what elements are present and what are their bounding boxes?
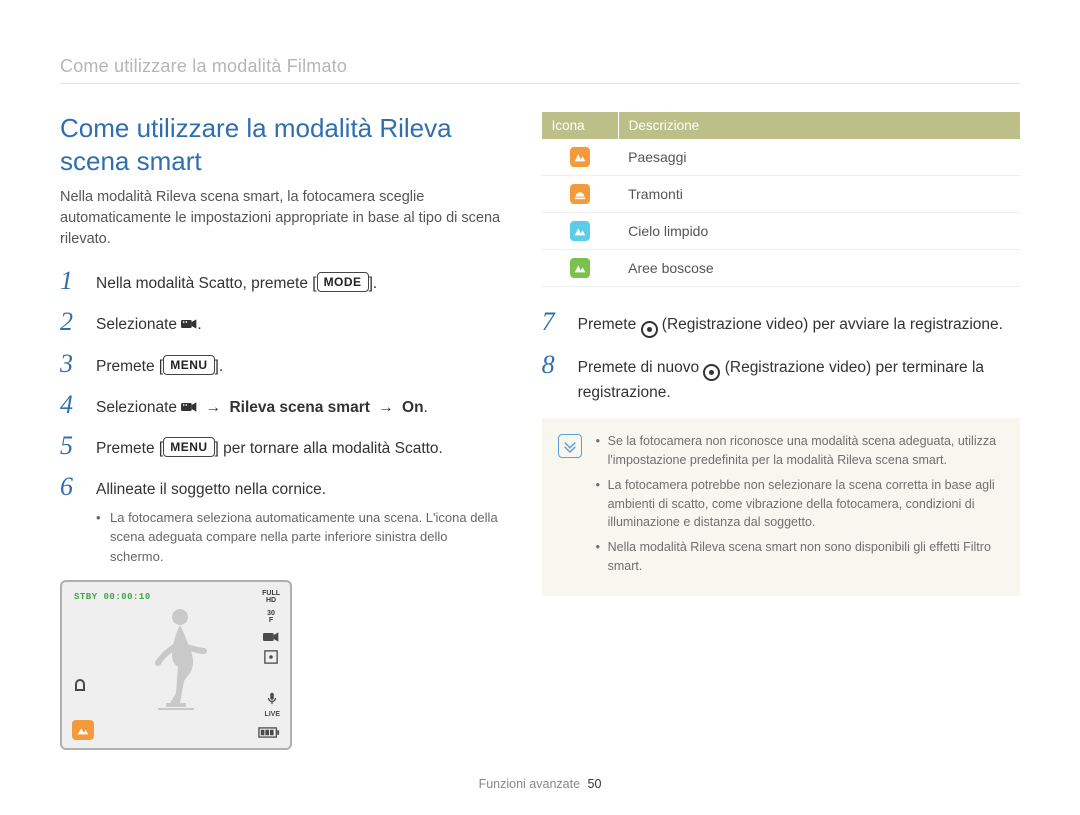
right-column: Icona Descrizione Paesaggi Tramonti (542, 112, 1020, 750)
intro-paragraph: Nella modalità Rileva scena smart, la fo… (60, 187, 502, 250)
table-row: Paesaggi (542, 139, 1020, 176)
step-text: Nella modalità Scatto, premete [MODE]. (96, 268, 502, 295)
lcd-right-indicators: FULL HD 30 F (262, 590, 280, 664)
step-2: 2 Selezionate . (60, 309, 502, 336)
step-number: 4 (60, 392, 82, 418)
content-columns: Come utilizzare la modalità Rileva scena… (60, 112, 1020, 750)
step-5: 5 Premete [MENU] per tornare alla modali… (60, 433, 502, 460)
step-number: 8 (542, 352, 564, 378)
clear-sky-icon (570, 221, 590, 241)
sunset-icon (570, 184, 590, 204)
note-item: La fotocamera potrebbe non selezionare l… (596, 476, 1004, 532)
landscape-scene-icon (72, 720, 94, 740)
breadcrumb: Come utilizzare la modalità Filmato (60, 56, 1020, 84)
step-text: Premete di nuovo (Registrazione video) p… (578, 352, 1020, 404)
lcd-scene-badge (72, 720, 94, 740)
steps-list-7-8: 7 Premete (Registrazione video) per avvi… (542, 309, 1020, 404)
step-6: 6 Allineate il soggetto nella cornice. L… (60, 474, 502, 566)
step-text: Allineate il soggetto nella cornice. La … (96, 474, 502, 566)
menu-button-label: MENU (163, 355, 214, 375)
stabilizer-icon (72, 676, 88, 690)
scene-label: Paesaggi (618, 139, 1020, 176)
step-text: Premete [MENU]. (96, 351, 502, 378)
footer-section: Funzioni avanzate (479, 777, 580, 791)
page-title: Come utilizzare la modalità Rileva scena… (60, 112, 502, 177)
lcd-battery-indicator (258, 727, 280, 738)
skater-silhouette-icon (136, 603, 216, 713)
step-text: Selezionate → Rileva scena smart → On. (96, 392, 502, 419)
step-number: 3 (60, 351, 82, 377)
manual-page: Come utilizzare la modalità Filmato Come… (0, 0, 1080, 815)
note-list: Se la fotocamera non riconosce una modal… (596, 432, 1004, 581)
menu-button-label: MENU (163, 437, 214, 457)
step-4: 4 Selezionate → Rileva scena smart → On. (60, 392, 502, 419)
film-icon (263, 630, 279, 644)
step-number: 7 (542, 309, 564, 335)
note-info-icon (558, 434, 582, 458)
step-text: Premete [MENU] per tornare alla modalità… (96, 433, 502, 460)
mic-icon (265, 691, 279, 705)
left-column: Come utilizzare la modalità Rileva scena… (60, 112, 502, 750)
step-1: 1 Nella modalità Scatto, premete [MODE]. (60, 268, 502, 295)
film-mode-icon (181, 318, 197, 330)
fullhd-icon: FULL HD (262, 590, 280, 604)
note-item: Se la fotocamera non riconosce una modal… (596, 432, 1004, 470)
forest-icon (570, 258, 590, 278)
scene-label: Tramonti (618, 176, 1020, 213)
note-callout: Se la fotocamera non riconosce una modal… (542, 418, 1020, 595)
table-row: Tramonti (542, 176, 1020, 213)
record-button-icon (703, 364, 720, 381)
battery-icon (258, 727, 280, 738)
page-footer: Funzioni avanzate 50 (0, 777, 1080, 791)
table-header-desc: Descrizione (618, 112, 1020, 139)
step-6-note: La fotocamera seleziona automaticamente … (96, 508, 502, 567)
scene-icon-table: Icona Descrizione Paesaggi Tramonti (542, 112, 1020, 287)
note-item: Nella modalità Rileva scena smart non so… (596, 538, 1004, 576)
film-mode-icon (181, 401, 197, 413)
step-text: Premete (Registrazione video) per avviar… (578, 309, 1020, 338)
metering-icon (263, 650, 279, 664)
step-7: 7 Premete (Registrazione video) per avvi… (542, 309, 1020, 338)
table-row: Aree boscose (542, 250, 1020, 287)
step-8: 8 Premete di nuovo (Registrazione video)… (542, 352, 1020, 404)
step-number: 6 (60, 474, 82, 500)
steps-list-1-6: 1 Nella modalità Scatto, premete [MODE].… (60, 268, 502, 566)
scene-label: Cielo limpido (618, 213, 1020, 250)
mode-button-label: MODE (317, 272, 369, 292)
record-button-icon (641, 321, 658, 338)
table-row: Cielo limpido (542, 213, 1020, 250)
camera-lcd-illustration: STBY 00:00:10 FULL HD 30 F LIVE (60, 580, 292, 750)
scene-label: Aree boscose (618, 250, 1020, 287)
landscape-icon (570, 147, 590, 167)
page-number: 50 (588, 777, 602, 791)
step-number: 1 (60, 268, 82, 294)
lcd-stby-indicator: STBY 00:00:10 (74, 592, 151, 602)
step-number: 2 (60, 309, 82, 335)
step-text: Selezionate . (96, 309, 502, 336)
fps-icon: 30 F (267, 610, 275, 624)
step-3: 3 Premete [MENU]. (60, 351, 502, 378)
live-icon: LIVE (264, 711, 280, 718)
table-header-icon: Icona (542, 112, 619, 139)
lcd-lower-right-indicators: LIVE (264, 691, 280, 718)
step-number: 5 (60, 433, 82, 459)
